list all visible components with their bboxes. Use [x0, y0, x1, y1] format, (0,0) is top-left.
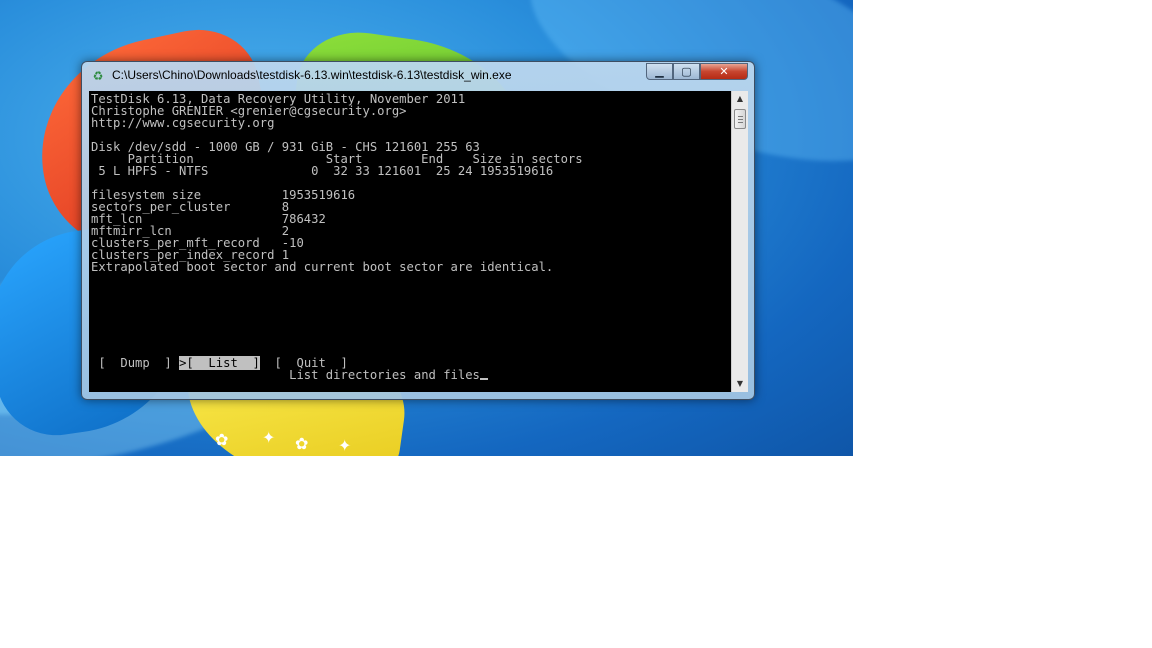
close-icon: ✕ — [719, 65, 729, 78]
flower-icon: ✿ — [215, 430, 229, 449]
flower-icon: ✦ — [262, 428, 276, 447]
grip-line — [738, 119, 743, 120]
partition-row: 5 L HPFS - NTFS 0 32 33 121601 25 24 195… — [91, 164, 554, 178]
flower-icon: ✿ — [295, 434, 309, 453]
grip-line — [738, 122, 743, 123]
scroll-up-arrow-icon[interactable]: ▲ — [732, 91, 748, 107]
console-output[interactable]: TestDisk 6.13, Data Recovery Utility, No… — [89, 91, 731, 392]
title-bar[interactable]: ♻ C:\Users\Chino\Downloads\testdisk-6.13… — [82, 62, 754, 90]
maximize-icon: ▢ — [681, 65, 692, 78]
minimize-button[interactable]: ▁ — [646, 63, 673, 80]
hint-line: List directories and files — [91, 369, 583, 381]
scroll-thumb[interactable] — [734, 109, 746, 129]
flower-icon: ✦ — [338, 436, 352, 455]
window-title: C:\Users\Chino\Downloads\testdisk-6.13.w… — [112, 68, 512, 82]
grip-line — [738, 116, 743, 117]
console-window[interactable]: ♻ C:\Users\Chino\Downloads\testdisk-6.13… — [81, 61, 755, 400]
scroll-down-arrow-icon[interactable]: ▼ — [732, 376, 748, 392]
status-message: Extrapolated boot sector and current boo… — [91, 260, 554, 274]
minimize-icon: ▁ — [655, 65, 664, 78]
close-button[interactable]: ✕ — [700, 63, 748, 80]
text-cursor — [479, 378, 488, 380]
maximize-button[interactable]: ▢ — [673, 63, 700, 80]
testdisk-app-icon[interactable]: ♻ — [91, 69, 105, 83]
console-line: http://www.cgsecurity.org — [91, 116, 275, 130]
vertical-scrollbar[interactable]: ▲ ▼ — [731, 91, 748, 392]
menu-hint: List directories and files — [289, 368, 480, 382]
